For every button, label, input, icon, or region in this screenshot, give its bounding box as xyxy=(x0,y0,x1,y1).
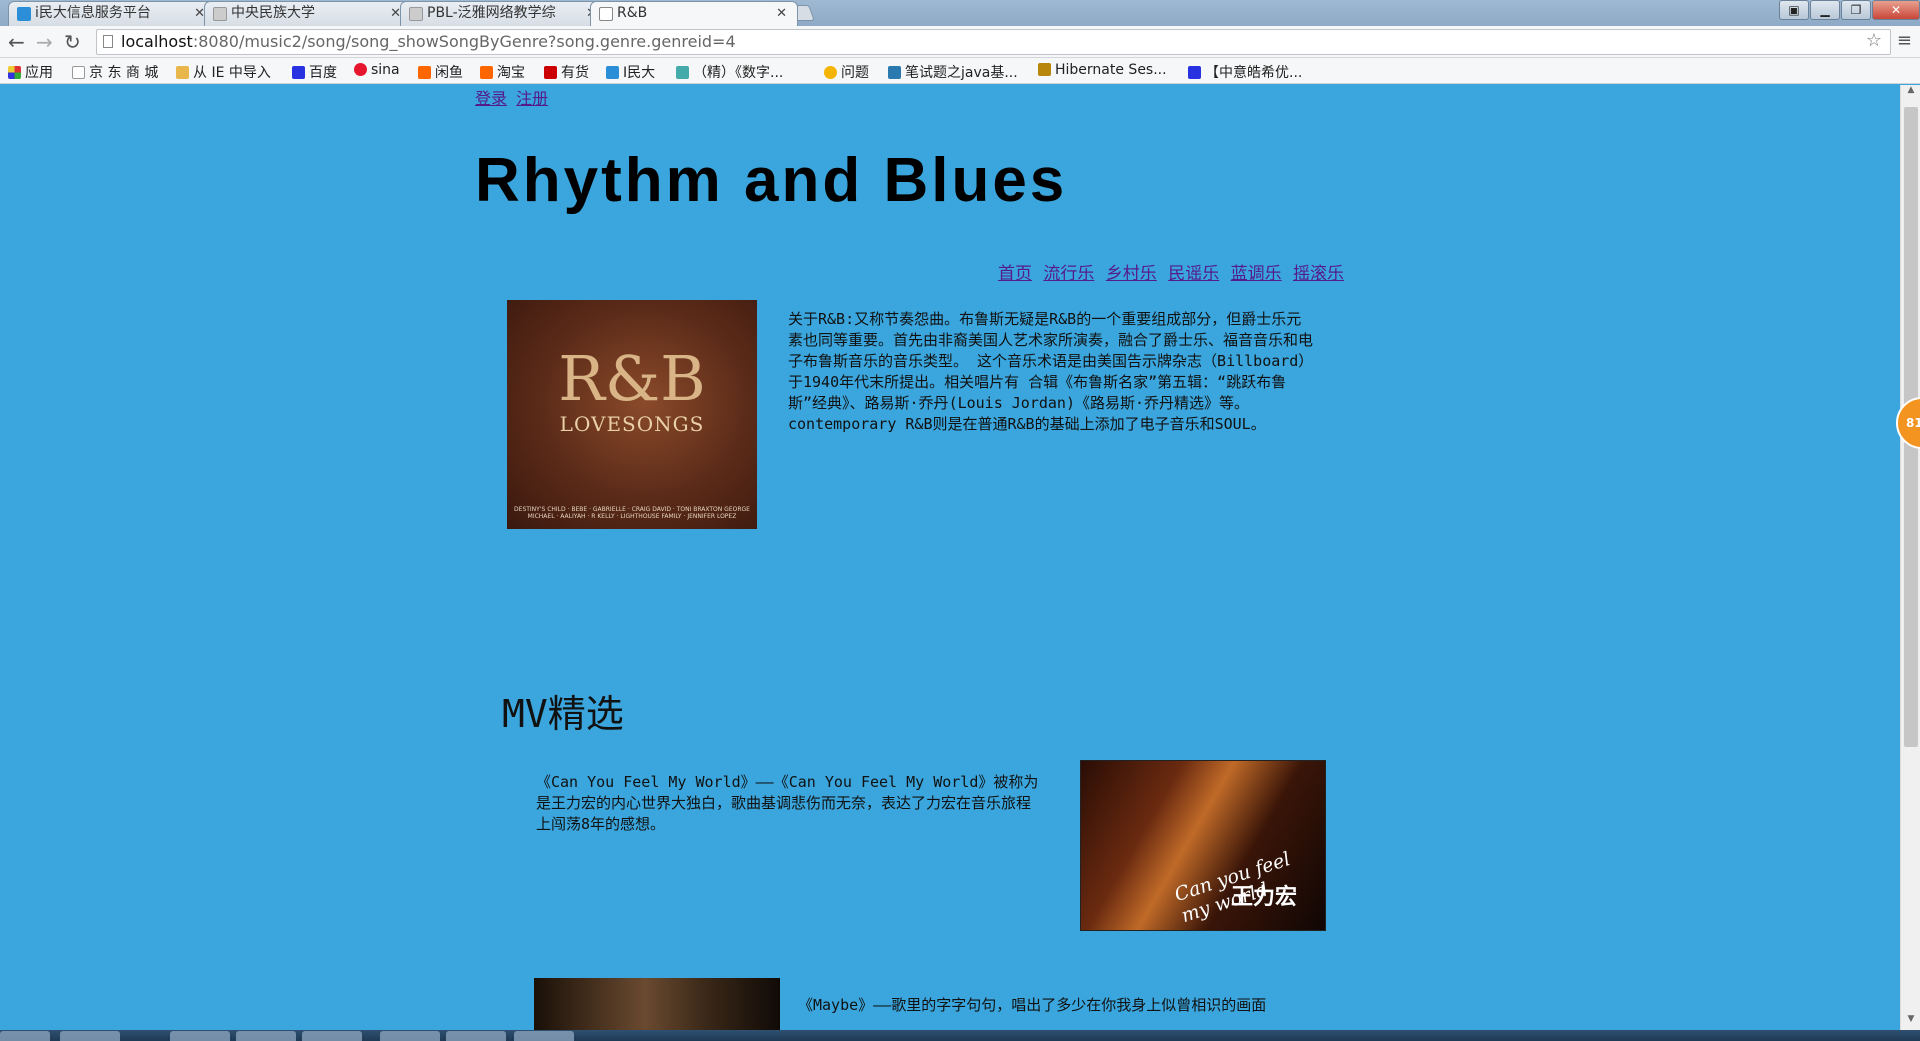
baidu-icon xyxy=(292,66,305,79)
window-controls: ▣ ▁ ❐ ✕ xyxy=(1778,0,1920,22)
nav-home[interactable]: 首页 xyxy=(998,264,1032,284)
bookmark-item[interactable]: （精）《数字... xyxy=(676,62,783,82)
xianyu-icon xyxy=(418,66,431,79)
nav-folk[interactable]: 民谣乐 xyxy=(1168,264,1219,284)
weibo-icon xyxy=(354,63,367,76)
page-title: Rhythm and Blues xyxy=(475,146,1068,215)
imd-icon xyxy=(606,66,619,79)
tab-muc[interactable]: 中央民族大学 ✕ xyxy=(204,1,412,26)
tab-close-icon[interactable]: ✕ xyxy=(776,2,787,25)
address-bar[interactable]: localhost:8080/music2/song/song_showSong… xyxy=(96,29,1891,55)
youhuo-icon xyxy=(544,66,557,79)
hibernate-icon xyxy=(1038,63,1051,76)
browser-titlebar: i民大信息服务平台 ✕ 中央民族大学 ✕ PBL-泛雅网络教学综 ✕ R&B ✕… xyxy=(0,0,1920,26)
bookmark-apps[interactable]: 应用 xyxy=(8,62,53,82)
bookmark-star-icon[interactable]: ☆ xyxy=(1866,29,1882,53)
bookmark-item[interactable]: 京 东 商 城 xyxy=(72,62,158,82)
bookmark-item[interactable]: sina xyxy=(354,62,400,78)
tab-favicon-icon xyxy=(409,7,423,21)
tab-label: PBL-泛雅网络教学综 xyxy=(427,5,556,21)
page-content: 登录 注册 Rhythm and Blues 首页 流行乐 乡村乐 民谣乐 蓝调… xyxy=(0,85,1900,1030)
forward-arrow-icon[interactable]: → xyxy=(36,30,53,54)
menu-icon[interactable]: ≡ xyxy=(1897,30,1912,51)
close-window-button[interactable]: ✕ xyxy=(1872,0,1920,20)
url-rest: :8080/music2/song/song_showSongByGenre?s… xyxy=(192,32,736,51)
taskbar-item[interactable] xyxy=(446,1031,506,1041)
register-link[interactable]: 注册 xyxy=(516,89,548,108)
mv-description: 《Maybe》——歌里的字字句句，唱出了多少在你我身上似曾相识的画面 xyxy=(798,996,1267,1014)
question-icon xyxy=(824,66,837,79)
taskbar-item[interactable] xyxy=(514,1031,574,1041)
scroll-up-arrow-icon[interactable]: ▲ xyxy=(1901,85,1920,101)
page-icon xyxy=(72,66,85,79)
mv-thumbnail[interactable]: Can you feel my world 王力宏 xyxy=(1080,760,1326,931)
scroll-down-arrow-icon[interactable]: ▼ xyxy=(1901,1014,1920,1030)
apps-grid-icon xyxy=(8,66,21,79)
taskbar-item[interactable] xyxy=(60,1031,120,1041)
taskbar-item[interactable] xyxy=(170,1031,230,1041)
url-host: localhost xyxy=(121,32,193,51)
page-scrollbar[interactable]: ▲ ▼ xyxy=(1900,85,1920,1030)
album-cover-image: R&B LOVESONGS DESTINY'S CHILD · BEBE · G… xyxy=(507,300,757,529)
bookmarks-bar: 应用 京 东 商 城 从 IE 中导入 百度 sina 闲鱼 淘宝 有货 I民大… xyxy=(0,58,1920,84)
bookmark-item[interactable]: 问题 xyxy=(824,62,869,82)
baidu-icon xyxy=(1188,66,1201,79)
tab-rnb[interactable]: R&B ✕ xyxy=(590,1,798,26)
os-taskbar xyxy=(0,1030,1920,1041)
bookmark-item[interactable]: 有货 xyxy=(544,62,589,82)
page-icon xyxy=(103,35,113,48)
nav-rock[interactable]: 摇滚乐 xyxy=(1293,264,1344,284)
tab-pbl[interactable]: PBL-泛雅网络教学综 ✕ xyxy=(400,1,608,26)
album-subtitle: LOVESONGS xyxy=(559,412,705,436)
mv-heading: MV精选 xyxy=(502,692,624,736)
user-icon[interactable]: ▣ xyxy=(1779,0,1809,20)
taskbar-item[interactable] xyxy=(380,1031,440,1041)
auth-links: 登录 注册 xyxy=(475,85,552,109)
nav-country[interactable]: 乡村乐 xyxy=(1106,264,1157,284)
mv-thumbnail[interactable] xyxy=(534,978,780,1030)
bookmark-item[interactable]: 【中意皓希优... xyxy=(1188,62,1302,82)
taskbar-item[interactable] xyxy=(302,1031,362,1041)
album-title: R&B xyxy=(558,342,706,415)
tab-imd-info[interactable]: i民大信息服务平台 ✕ xyxy=(8,1,216,26)
nav-pop[interactable]: 流行乐 xyxy=(1043,264,1094,284)
start-button[interactable] xyxy=(0,1031,50,1041)
login-link[interactable]: 登录 xyxy=(475,89,507,108)
back-arrow-icon[interactable]: ← xyxy=(8,30,25,54)
album-credits: DESTINY'S CHILD · BEBE · GABRIELLE · CRA… xyxy=(514,506,750,520)
bookmark-item[interactable]: 淘宝 xyxy=(480,62,525,82)
folder-icon xyxy=(176,66,189,79)
tab-favicon-icon xyxy=(599,7,613,21)
browser-toolbar: ← → ↻ localhost:8080/music2/song/song_sh… xyxy=(0,26,1920,58)
mv-caption-cn: 王力宏 xyxy=(1231,885,1298,910)
mv-description: 《Can You Feel My World》——《Can You Feel M… xyxy=(536,773,1039,833)
tab-favicon-icon xyxy=(213,7,227,21)
tab-label: i民大信息服务平台 xyxy=(35,5,151,21)
bookmark-item[interactable]: 闲鱼 xyxy=(418,62,463,82)
taskbar-item[interactable] xyxy=(236,1031,296,1041)
genre-nav: 首页 流行乐 乡村乐 民谣乐 蓝调乐 摇滚乐 xyxy=(998,259,1350,284)
minimize-button[interactable]: ▁ xyxy=(1810,0,1840,20)
taobao-icon xyxy=(480,66,493,79)
maximize-button[interactable]: ❐ xyxy=(1841,0,1871,20)
cross-icon xyxy=(888,66,901,79)
bookmark-item[interactable]: 笔试题之java基... xyxy=(888,62,1018,82)
tab-label: 中央民族大学 xyxy=(231,5,315,21)
bookmark-item[interactable]: 百度 xyxy=(292,62,337,82)
book-icon xyxy=(676,66,689,79)
tab-label: R&B xyxy=(617,5,648,21)
reload-icon[interactable]: ↻ xyxy=(64,30,81,54)
genre-description: 关于R&B:又称节奏怨曲。布鲁斯无疑是R&B的一个重要组成部分，但爵士乐元素也同… xyxy=(788,310,1314,433)
nav-blues[interactable]: 蓝调乐 xyxy=(1231,264,1282,284)
bookmark-item[interactable]: I民大 xyxy=(606,62,655,82)
tab-favicon-icon xyxy=(17,7,31,21)
bookmark-item[interactable]: 从 IE 中导入 xyxy=(176,62,271,82)
bookmark-item[interactable]: Hibernate Ses... xyxy=(1038,62,1167,78)
